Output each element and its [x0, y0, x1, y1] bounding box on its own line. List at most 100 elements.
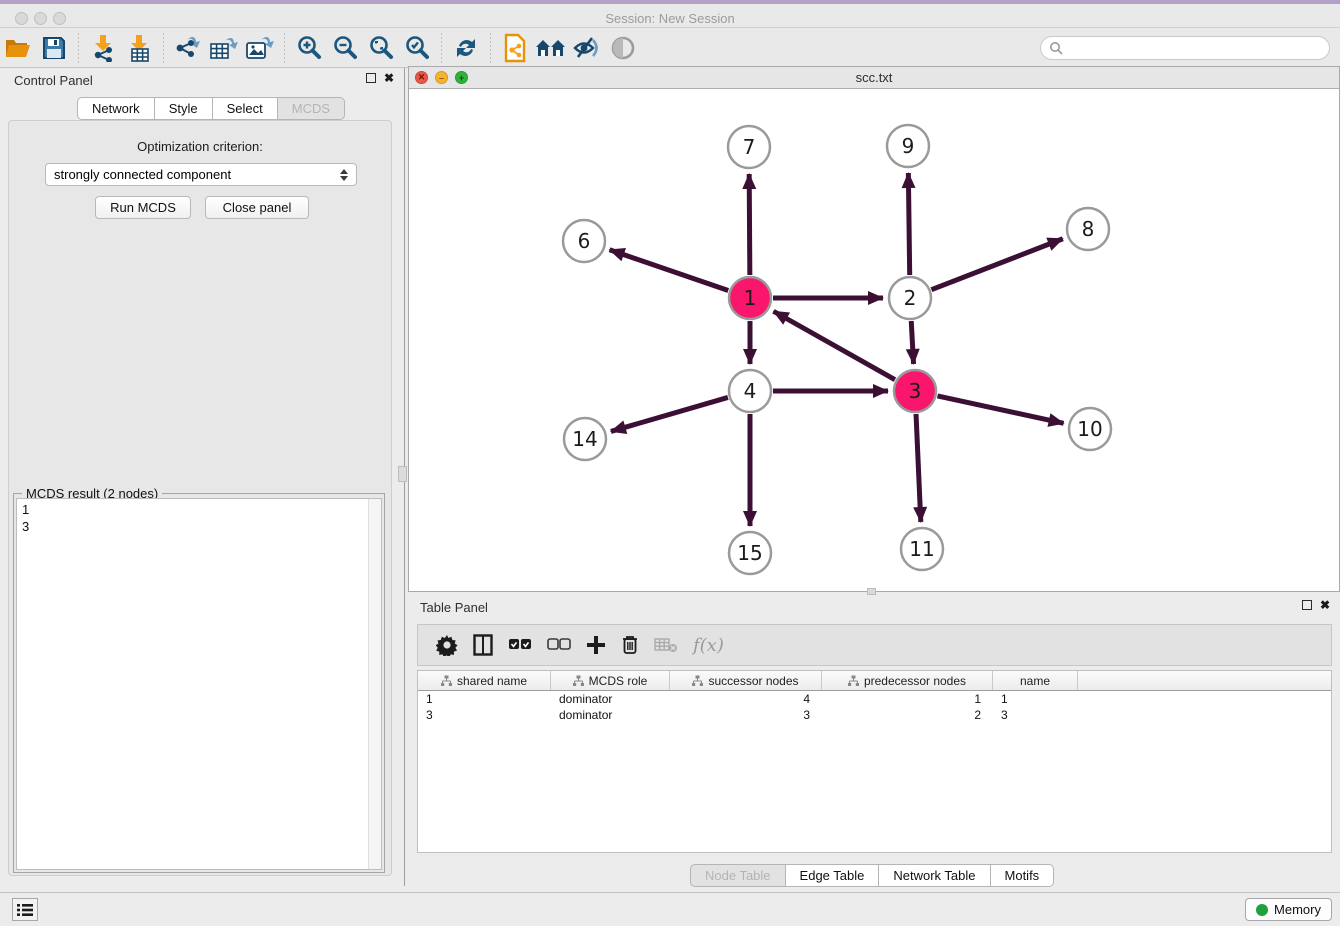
duplicate-network-icon[interactable] — [497, 32, 533, 64]
mcds-result-text[interactable]: 1 3 — [16, 498, 382, 870]
table-cell[interactable]: 1 — [822, 691, 993, 707]
criterion-dropdown[interactable]: strongly connected component — [45, 163, 357, 186]
graph-node-15[interactable]: 15 — [729, 532, 771, 574]
graph-edge-1-6[interactable] — [610, 250, 729, 291]
network-splitter-handle[interactable] — [867, 588, 876, 595]
graph-edge-1-7[interactable] — [749, 174, 750, 275]
table-cell[interactable]: 2 — [822, 707, 993, 723]
tab-edge-table[interactable]: Edge Table — [786, 864, 880, 887]
table-cell[interactable]: 3 — [670, 707, 822, 723]
svg-text:3: 3 — [909, 379, 922, 403]
save-session-icon[interactable] — [36, 32, 72, 64]
tab-style[interactable]: Style — [155, 97, 213, 120]
table-cell[interactable]: 4 — [670, 691, 822, 707]
app-title: Session: New Session — [0, 11, 1340, 26]
graph-node-8[interactable]: 8 — [1067, 208, 1109, 250]
import-table-icon[interactable] — [121, 32, 157, 64]
tab-select[interactable]: Select — [213, 97, 278, 120]
column-header-predecessor-nodes[interactable]: predecessor nodes — [822, 671, 993, 690]
graph-node-4[interactable]: 4 — [729, 370, 771, 412]
columns-icon[interactable] — [473, 632, 493, 658]
export-network-icon[interactable] — [170, 32, 206, 64]
network-canvas[interactable]: 7 9 6 8 1 2 4 3 14 10 15 11 — [409, 89, 1339, 591]
export-image-icon[interactable] — [242, 32, 278, 64]
svg-text:2: 2 — [904, 286, 917, 310]
graph-edge-4-14[interactable] — [611, 397, 728, 431]
table-cell[interactable]: 1 — [993, 691, 1078, 707]
table-cell-filler — [1078, 707, 1331, 723]
graph-edge-2-3[interactable] — [911, 321, 913, 364]
graph-edge-3-1[interactable] — [774, 311, 895, 379]
toolbar-separator — [490, 33, 491, 63]
float-table-panel-icon[interactable] — [1302, 600, 1312, 610]
select-all-icon[interactable] — [508, 632, 532, 658]
search-input[interactable] — [1040, 36, 1330, 60]
zoom-selected-icon[interactable] — [399, 32, 435, 64]
graph-node-3[interactable]: 3 — [894, 370, 936, 412]
graph-node-2[interactable]: 2 — [889, 277, 931, 319]
gear-icon[interactable] — [436, 632, 458, 658]
table-tabs: Node Table Edge Table Network Table Moti… — [690, 864, 1054, 887]
show-all-icon[interactable] — [605, 32, 641, 64]
delete-column-icon[interactable] — [654, 632, 678, 658]
graph-node-11[interactable]: 11 — [901, 528, 943, 570]
panel-divider-handle[interactable] — [398, 466, 407, 482]
table-cell[interactable]: dominator — [551, 691, 670, 707]
graph-node-7[interactable]: 7 — [728, 126, 770, 168]
tree-icon — [848, 675, 859, 686]
table-row[interactable]: 3dominator323 — [418, 707, 1331, 723]
function-builder-icon[interactable]: f(x) — [693, 632, 724, 658]
column-header-successor-nodes[interactable]: successor nodes — [670, 671, 822, 690]
table-cell[interactable]: 3 — [418, 707, 551, 723]
close-panel-icon[interactable]: ✖ — [384, 73, 394, 83]
column-header-name[interactable]: name — [993, 671, 1078, 690]
zoom-out-icon[interactable] — [327, 32, 363, 64]
table-panel: Table Panel ✖ f(x) shared name MCDS — [408, 596, 1340, 886]
dropdown-stepper-icon — [340, 169, 348, 181]
refresh-icon[interactable] — [448, 32, 484, 64]
tab-motifs[interactable]: Motifs — [991, 864, 1055, 887]
node-table-body: 1dominator4113dominator323 — [418, 691, 1331, 723]
hide-selected-icon[interactable] — [569, 32, 605, 64]
task-history-button[interactable] — [12, 898, 38, 921]
close-table-panel-icon[interactable]: ✖ — [1320, 600, 1330, 610]
tab-node-table[interactable]: Node Table — [690, 864, 786, 887]
result-scrollbar[interactable] — [368, 499, 381, 869]
tab-mcds[interactable]: MCDS — [278, 97, 345, 120]
delete-row-icon[interactable] — [621, 632, 639, 658]
graph-node-14[interactable]: 14 — [564, 418, 606, 460]
graph-node-6[interactable]: 6 — [563, 220, 605, 262]
float-panel-icon[interactable] — [366, 73, 376, 83]
run-mcds-button[interactable]: Run MCDS — [95, 196, 191, 219]
table-cell[interactable]: 1 — [418, 691, 551, 707]
network-window-titlebar[interactable]: ✕ – + scc.txt — [409, 67, 1339, 89]
control-panel: Control Panel ✖ Network Style Select MCD… — [0, 68, 404, 886]
deselect-all-icon[interactable] — [547, 632, 571, 658]
table-cell[interactable]: 3 — [993, 707, 1078, 723]
zoom-fit-icon[interactable] — [363, 32, 399, 64]
zoom-in-icon[interactable] — [291, 32, 327, 64]
table-row[interactable]: 1dominator411 — [418, 691, 1331, 707]
import-network-icon[interactable] — [85, 32, 121, 64]
first-neighbors-icon[interactable] — [533, 32, 569, 64]
tab-network[interactable]: Network — [77, 97, 155, 120]
graph-edge-2-9[interactable] — [908, 173, 909, 275]
graph-node-1[interactable]: 1 — [729, 277, 771, 319]
graph-node-9[interactable]: 9 — [887, 125, 929, 167]
graph-edge-3-10[interactable] — [937, 396, 1063, 423]
export-table-icon[interactable] — [206, 32, 242, 64]
close-panel-button[interactable]: Close panel — [205, 196, 309, 219]
memory-button[interactable]: Memory — [1245, 898, 1332, 921]
add-row-icon[interactable] — [586, 632, 606, 658]
table-panel-title: Table Panel — [420, 600, 488, 615]
column-header-mcds-role[interactable]: MCDS role — [551, 671, 670, 690]
control-panel-tabs: Network Style Select MCDS — [77, 97, 345, 120]
graph-edge-2-8[interactable] — [931, 239, 1062, 290]
column-header-shared-name[interactable]: shared name — [418, 671, 551, 690]
graph-edge-3-11[interactable] — [916, 414, 921, 522]
graph-node-10[interactable]: 10 — [1069, 408, 1111, 450]
table-cell[interactable]: dominator — [551, 707, 670, 723]
tab-network-table[interactable]: Network Table — [879, 864, 990, 887]
open-file-icon[interactable] — [0, 32, 36, 64]
toolbar-separator — [163, 33, 164, 63]
